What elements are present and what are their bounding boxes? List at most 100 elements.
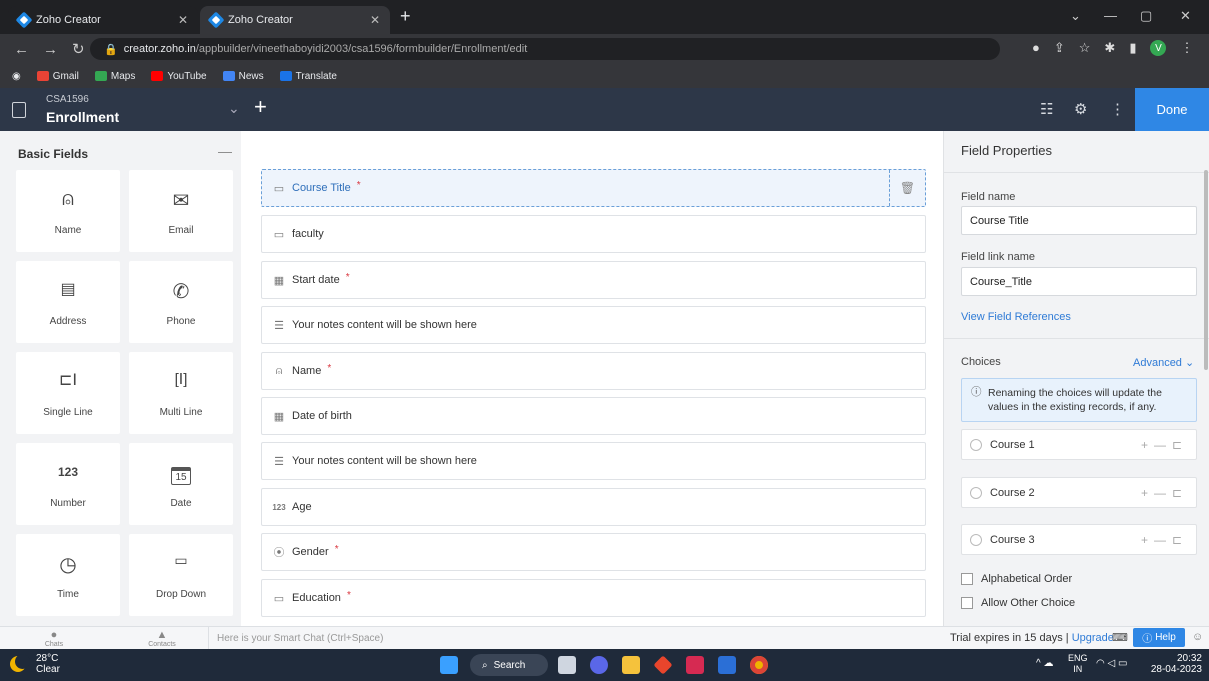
delete-field-icon[interactable]: 🗑: [889, 170, 925, 206]
mcafee-icon[interactable]: [686, 656, 704, 674]
multi-line-icon: [Ⅰ]: [174, 371, 188, 388]
language-indicator[interactable]: ENG IN: [1068, 653, 1088, 675]
view-field-references-link[interactable]: View Field References: [961, 311, 1071, 323]
tray-overflow-icon[interactable]: ^ ☁: [1036, 658, 1053, 669]
extensions-icon[interactable]: ✱: [1104, 40, 1115, 56]
alphabetical-order-checkbox[interactable]: Alphabetical Order: [961, 573, 1072, 585]
google-icon[interactable]: ●: [1032, 40, 1040, 56]
choice-row[interactable]: Course 3 +—⊏: [961, 524, 1197, 555]
field-card-name[interactable]: ⍝ Name: [16, 170, 120, 252]
browser-tab-bar: Zoho Creator ✕ Zoho Creator ✕ + ⌄ — ▢ ✕: [0, 0, 1209, 34]
url-path: /appbuilder/vineethaboyidi2003/csa1596/f…: [195, 43, 528, 55]
browser-address-bar: ← → ↻ 🔒 creator.zoho.in /appbuilder/vine…: [0, 34, 1209, 64]
done-button[interactable]: Done: [1135, 88, 1209, 131]
network-volume-battery-icons[interactable]: ◠ ◁ ▭: [1096, 658, 1127, 669]
bookmark-star-icon[interactable]: ☆: [1079, 40, 1091, 56]
tab-title: Zoho Creator: [36, 14, 101, 26]
close-tab-icon[interactable]: ✕: [178, 13, 188, 27]
required-marker: *: [345, 271, 350, 283]
form-field-course-title[interactable]: ▭ Course Title * 🗑: [261, 169, 926, 207]
form-field-notes[interactable]: ☰ Your notes content will be shown here: [261, 306, 926, 344]
form-field-notes[interactable]: ☰ Your notes content will be shown here: [261, 442, 926, 480]
form-field-name[interactable]: ⍝ Name *: [261, 352, 926, 390]
add-form-icon[interactable]: +: [254, 94, 267, 120]
bookmark-maps[interactable]: Maps: [94, 71, 135, 82]
side-panel-icon[interactable]: ▮: [1129, 40, 1136, 56]
share-icon[interactable]: ⇪: [1054, 40, 1065, 56]
help-button[interactable]: ⓘ Help: [1133, 628, 1185, 647]
browser-menu-icon[interactable]: ⋮: [1180, 40, 1193, 56]
bookmark-youtube[interactable]: YouTube: [151, 71, 207, 82]
file-explorer-icon[interactable]: [622, 656, 640, 674]
form-switch-chevron-icon[interactable]: ⌄: [228, 100, 240, 117]
tab-search-icon[interactable]: ⌄: [1070, 8, 1081, 24]
bookmark-translate[interactable]: Translate: [279, 71, 337, 82]
youtube-icon: [151, 71, 164, 81]
chats-button[interactable]: ● Chats: [36, 629, 72, 648]
more-options-icon[interactable]: ⋮: [1110, 100, 1125, 118]
windows-start-icon[interactable]: [440, 656, 458, 674]
reload-icon[interactable]: ↻: [72, 40, 85, 58]
form-field-faculty[interactable]: ▭ faculty: [261, 215, 926, 253]
close-window-icon[interactable]: ✕: [1180, 8, 1191, 24]
settings-gear-icon[interactable]: ⚙: [1074, 100, 1087, 118]
choice-actions[interactable]: +—⊏: [1141, 486, 1188, 500]
back-icon[interactable]: ←: [14, 41, 29, 58]
field-link-name-input[interactable]: Course_Title: [961, 267, 1197, 296]
translate-icon: [279, 71, 292, 81]
form-layout-icon[interactable]: ☷: [1040, 100, 1053, 118]
browser-tab-1[interactable]: Zoho Creator ✕: [8, 6, 198, 34]
form-field-gender[interactable]: ⦿ Gender *: [261, 533, 926, 571]
field-card-phone[interactable]: ✆ Phone: [129, 261, 233, 343]
contacts-button[interactable]: ▲ Contacts: [144, 629, 180, 648]
advanced-link[interactable]: Advanced ⌄: [1133, 356, 1194, 369]
forward-icon[interactable]: →: [43, 41, 58, 58]
field-card-email[interactable]: ✉ Email: [129, 170, 233, 252]
new-tab-icon[interactable]: +: [400, 6, 411, 27]
choice-row[interactable]: Course 1 +—⊏: [961, 429, 1197, 460]
bookmark-gmail[interactable]: Gmail: [36, 71, 79, 82]
feedback-icon[interactable]: ☺: [1192, 631, 1203, 643]
choice-actions[interactable]: +—⊏: [1141, 533, 1188, 547]
maximize-icon[interactable]: ▢: [1140, 8, 1152, 24]
task-view-icon[interactable]: [558, 656, 576, 674]
url-field[interactable]: 🔒 creator.zoho.in /appbuilder/vineethabo…: [90, 38, 1000, 60]
upgrade-link[interactable]: Upgrade: [1072, 632, 1114, 644]
profile-avatar[interactable]: V: [1150, 40, 1167, 56]
smart-chat-input[interactable]: Here is your Smart Chat (Ctrl+Space): [208, 627, 383, 649]
field-card-drop-down[interactable]: ▭ Drop Down: [129, 534, 233, 616]
form-field-start-date[interactable]: ▦ Start date *: [261, 261, 926, 299]
teams-chat-icon[interactable]: [590, 656, 608, 674]
form-field-date-of-birth[interactable]: ▦ Date of birth: [261, 397, 926, 435]
bookmark-news[interactable]: News: [222, 71, 264, 82]
apps-icon[interactable]: ◉: [12, 71, 21, 82]
weather-widget[interactable]: 28°C Clear: [36, 653, 60, 675]
browser-tab-2[interactable]: Zoho Creator ✕: [200, 6, 390, 34]
field-card-time[interactable]: ◷ Time: [16, 534, 120, 616]
radio-icon: ⦿: [273, 547, 285, 559]
office-icon[interactable]: [653, 655, 673, 675]
field-card-multi-line[interactable]: [Ⅰ] Multi Line: [129, 352, 233, 434]
minimize-icon[interactable]: —: [1104, 8, 1117, 23]
chrome-icon[interactable]: [750, 656, 768, 674]
properties-scrollbar[interactable]: [1204, 170, 1208, 370]
bookmarks-bar: ◉ Gmail Maps YouTube News Translate: [0, 64, 1209, 88]
form-field-age[interactable]: 123 Age: [261, 488, 926, 526]
app-menu-icon[interactable]: [12, 102, 26, 118]
word-icon[interactable]: [718, 656, 736, 674]
field-card-single-line[interactable]: ⊏Ⅰ Single Line: [16, 352, 120, 434]
field-name-input[interactable]: Course Title: [961, 206, 1197, 235]
form-field-education[interactable]: ▭ Education *: [261, 579, 926, 617]
system-clock[interactable]: 20:32 28-04-2023: [1146, 653, 1202, 675]
keyboard-icon[interactable]: ⌨: [1112, 631, 1128, 644]
collapse-icon[interactable]: —: [218, 143, 232, 159]
field-card-number[interactable]: 123 Number: [16, 443, 120, 525]
person-icon: ⍝: [62, 188, 74, 210]
choice-actions[interactable]: +—⊏: [1141, 438, 1188, 452]
close-tab-icon[interactable]: ✕: [370, 13, 380, 27]
taskbar-search[interactable]: ⌕ Search: [470, 654, 548, 676]
field-card-address[interactable]: ▤ Address: [16, 261, 120, 343]
allow-other-choice-checkbox[interactable]: Allow Other Choice: [961, 597, 1075, 609]
choice-row[interactable]: Course 2 +—⊏: [961, 477, 1197, 508]
field-card-date[interactable]: 15 Date: [129, 443, 233, 525]
